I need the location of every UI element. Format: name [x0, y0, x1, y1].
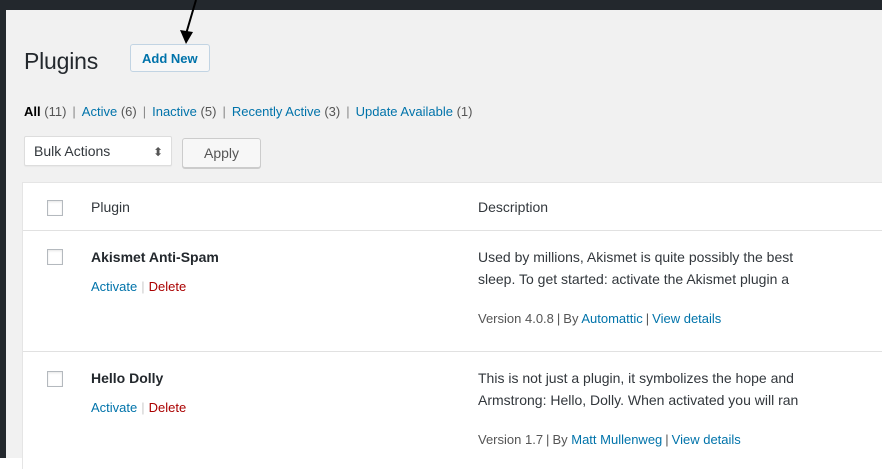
filter-separator: | [72, 104, 76, 119]
filter-recently-active[interactable]: Recently Active (3) [232, 104, 340, 119]
apply-button[interactable]: Apply [182, 138, 261, 168]
add-new-button[interactable]: Add New [130, 44, 210, 72]
filter-all[interactable]: All (11) [24, 104, 66, 119]
plugin-version: Version 1.7 [478, 432, 544, 447]
plugin-name: Hello Dolly [91, 370, 164, 386]
description-line: sleep. To get started: activate the Akis… [478, 271, 790, 287]
row-checkbox[interactable] [47, 371, 63, 387]
bulk-actions-select[interactable]: Bulk Actions ⬍ [24, 136, 172, 166]
filter-separator: | [222, 104, 226, 119]
activate-link[interactable]: Activate [91, 279, 137, 294]
plugin-description: This is not just a plugin, it symbolizes… [478, 367, 882, 411]
table-header: Plugin Description [23, 183, 882, 231]
by-label: By [552, 432, 568, 447]
view-details-link[interactable]: View details [652, 311, 721, 326]
filter-separator: | [346, 104, 350, 119]
row-checkbox[interactable] [47, 249, 63, 265]
table-row: Hello Dolly Activate | Delete This is not … [23, 352, 882, 469]
filter-update-available[interactable]: Update Available (1) [356, 104, 473, 119]
plugin-description: Used by millions, Akismet is quite possi… [478, 246, 882, 290]
page-content: Plugins Add New All (11) | Active (6) | Inac… [6, 10, 882, 469]
delete-link[interactable]: Delete [149, 400, 187, 415]
plugins-table: Plugin Description Akismet Anti-Spam Act… [22, 182, 882, 469]
activate-link[interactable]: Activate [91, 400, 137, 415]
table-row: Akismet Anti-Spam Activate | Delete Used b… [23, 231, 882, 352]
delete-link[interactable]: Delete [149, 279, 187, 294]
updown-caret-icon: ⬍ [152, 145, 163, 159]
plugin-name: Akismet Anti-Spam [91, 249, 219, 265]
filter-inactive[interactable]: Inactive (5) [152, 104, 216, 119]
column-description-header[interactable]: Description [478, 199, 548, 215]
description-line: This is not just a plugin, it symbolizes… [478, 370, 794, 386]
plugin-meta: Version 1.7 | By Matt Mullenweg | View detai… [478, 432, 741, 447]
filter-separator: | [142, 104, 147, 119]
select-all-checkbox[interactable] [47, 200, 63, 216]
admin-top-bar [0, 0, 882, 10]
author-link[interactable]: Matt Mullenweg [571, 432, 662, 447]
plugin-meta: Version 4.0.8 | By Automattic | View details [478, 311, 722, 326]
author-link[interactable]: Automattic [581, 311, 642, 326]
status-filter-links: All (11) | Active (6) | Inactive (5) | Recentl… [24, 104, 472, 119]
plugin-version: Version 4.0.8 [478, 311, 554, 326]
filter-active[interactable]: Active (6) [82, 104, 137, 119]
page-title: Plugins [24, 48, 99, 74]
by-label: By [563, 311, 579, 326]
row-actions: Activate | Delete [91, 279, 187, 294]
bulk-actions-value: Bulk Actions [34, 143, 111, 159]
description-line: Used by millions, Akismet is quite possi… [478, 249, 794, 265]
column-plugin-header[interactable]: Plugin [91, 199, 130, 215]
row-actions: Activate | Delete [91, 400, 187, 415]
description-line: Armstrong: Hello, Dolly. When activated … [478, 392, 799, 408]
view-details-link[interactable]: View details [672, 432, 741, 447]
